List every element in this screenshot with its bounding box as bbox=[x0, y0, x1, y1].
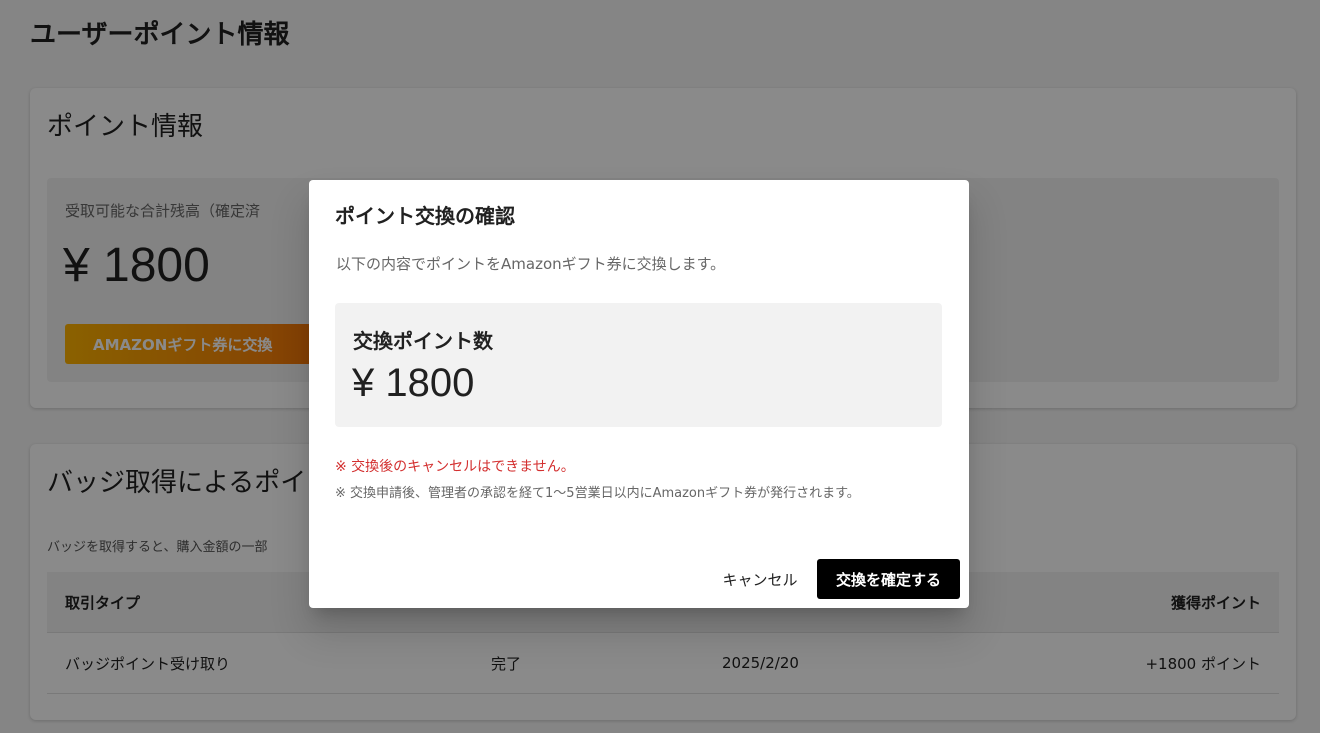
cancel-button[interactable]: キャンセル bbox=[714, 560, 806, 598]
confirm-exchange-button[interactable]: 交換を確定する bbox=[817, 559, 960, 599]
exchange-points-label: 交換ポイント数 bbox=[353, 329, 493, 353]
cancel-warning: ※ 交換後のキャンセルはできません。 bbox=[335, 459, 575, 475]
processing-note: ※ 交換申請後、管理者の承認を経て1〜5営業日以内にAmazonギフト券が発行さ… bbox=[335, 486, 860, 501]
dialog-description: 以下の内容でポイントをAmazonギフト券に交換します。 bbox=[336, 255, 726, 273]
dialog-title: ポイント交換の確認 bbox=[335, 204, 515, 228]
page: ユーザーポイント情報 ポイント情報 受取可能な合計残高（確定済 ¥ 1800 A… bbox=[0, 0, 1320, 733]
exchange-confirm-dialog: ポイント交換の確認 以下の内容でポイントをAmazonギフト券に交換します。 交… bbox=[309, 180, 969, 608]
exchange-summary-box: 交換ポイント数 ¥ 1800 bbox=[335, 303, 942, 427]
exchange-points-amount: ¥ 1800 bbox=[352, 361, 475, 405]
